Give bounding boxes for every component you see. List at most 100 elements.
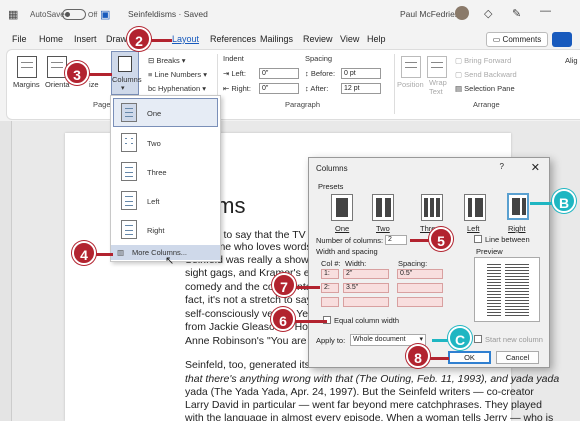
col-width-input[interactable]: 2": [343, 269, 389, 279]
two-columns-icon: [121, 133, 137, 152]
ok-button[interactable]: OK: [448, 351, 491, 364]
more-columns-label[interactable]: More Columns...: [132, 248, 187, 257]
orientation-label[interactable]: Orienta: [45, 80, 70, 89]
step-5-callout: 5: [429, 227, 453, 251]
send-backward-button[interactable]: ▢ Send Backward: [455, 70, 517, 79]
doc-line[interactable]: that there's anything wrong with that (T…: [185, 373, 559, 385]
tab-help[interactable]: Help: [367, 34, 386, 44]
columns-label[interactable]: Columns: [112, 75, 142, 84]
spacing-before-label: ↕ Before:: [305, 69, 336, 78]
hyphenation-button[interactable]: bc Hyphenation ▾: [148, 84, 206, 93]
columns-button[interactable]: [111, 51, 139, 95]
start-new-column-label: Start new column: [485, 335, 543, 344]
breaks-button[interactable]: ⊟ Breaks ▾: [148, 56, 186, 65]
col-number-cell: 1:: [321, 269, 339, 279]
num-columns-label: Number of columns:: [316, 236, 384, 245]
diamond-icon[interactable]: ◇: [484, 7, 492, 20]
col-number-cell: 2:: [321, 283, 339, 293]
preset-one-label[interactable]: One: [335, 224, 349, 233]
preset-left-icon[interactable]: [464, 194, 486, 221]
spacing-before-input[interactable]: 0 pt: [341, 68, 381, 79]
indent-right-input[interactable]: 0": [259, 83, 299, 94]
tab-home[interactable]: Home: [39, 34, 63, 44]
text-label[interactable]: Text: [429, 87, 443, 96]
line-numbers-button[interactable]: ≡ Line Numbers ▾: [148, 70, 207, 79]
doc-line[interactable]: with the language in almost every episod…: [185, 412, 553, 421]
indent-label: Indent: [223, 54, 244, 63]
tab-file[interactable]: File: [12, 34, 27, 44]
columns-option-two[interactable]: Two: [147, 139, 161, 148]
tab-references[interactable]: References: [210, 34, 256, 44]
col-spacing-input[interactable]: 0.5": [397, 269, 443, 279]
autosave-toggle[interactable]: Off: [62, 9, 97, 20]
col-spacing-input[interactable]: [397, 283, 443, 293]
preset-one-icon[interactable]: [331, 194, 353, 221]
col-width-input[interactable]: [343, 297, 389, 307]
selection-pane-button[interactable]: ▤ Selection Pane: [455, 84, 515, 93]
columns-option-one[interactable]: One: [147, 109, 161, 118]
three-columns-icon: [121, 162, 137, 181]
preset-two-icon[interactable]: [372, 194, 394, 221]
orientation-icon[interactable]: [47, 56, 67, 78]
help-icon[interactable]: ?: [500, 162, 504, 171]
equal-width-label: Equal column width: [334, 316, 400, 325]
callout-2-pointer: [148, 39, 172, 42]
position-icon[interactable]: [401, 56, 421, 78]
columns-dialog: Columns ? ✕ Presets One Two Three Left R…: [308, 157, 550, 368]
pen-icon[interactable]: ✎: [512, 7, 521, 20]
tab-layout[interactable]: Layout: [172, 34, 199, 44]
share-button[interactable]: [552, 32, 572, 47]
doc-line[interactable]: yada (The Yada Yada, Apr. 24, 1997). But…: [185, 386, 534, 398]
columns-option-right[interactable]: Right: [147, 226, 165, 235]
tab-insert[interactable]: Insert: [74, 34, 97, 44]
width-header: Width:: [345, 259, 367, 268]
start-new-column-checkbox[interactable]: [474, 335, 482, 343]
bring-forward-button[interactable]: ▢ Bring Forward: [455, 56, 511, 65]
left-column-icon: [121, 191, 137, 210]
apply-to-label: Apply to:: [316, 336, 346, 345]
close-icon[interactable]: ✕: [531, 161, 540, 174]
align-button[interactable]: Alig: [565, 56, 578, 65]
spacing-header: Spacing:: [398, 259, 428, 268]
tab-draw[interactable]: Draw: [106, 34, 127, 44]
cancel-button[interactable]: Cancel: [496, 351, 539, 364]
col-number-cell: [321, 297, 339, 307]
chevron-down-icon[interactable]: ▾: [121, 84, 125, 92]
dialog-title: Columns: [316, 164, 348, 173]
doc-line[interactable]: Larry David in particular — went far bey…: [185, 399, 542, 411]
preset-right-label[interactable]: Right: [508, 224, 526, 233]
step-b-callout: B: [552, 189, 576, 213]
columns-option-left[interactable]: Left: [147, 197, 160, 206]
line-between-checkbox[interactable]: [474, 235, 482, 243]
tab-view[interactable]: View: [340, 34, 359, 44]
indent-left-input[interactable]: 0": [259, 68, 299, 79]
margins-label[interactable]: Margins: [13, 80, 40, 89]
save-icon[interactable]: ▣: [100, 8, 110, 21]
wrap-label[interactable]: Wrap: [429, 78, 447, 87]
col-spacing-input[interactable]: [397, 297, 443, 307]
col-width-input[interactable]: 3.5": [343, 283, 389, 293]
comments-button[interactable]: ▭ Comments: [486, 32, 548, 47]
position-label[interactable]: Position: [397, 80, 424, 89]
spacing-after-input[interactable]: 12 pt: [341, 83, 381, 94]
wrap-text-icon[interactable]: [427, 56, 447, 78]
minimize-icon[interactable]: —: [540, 5, 551, 17]
callout-5-pointer: [410, 239, 430, 242]
preset-three-icon[interactable]: [421, 194, 443, 221]
avatar[interactable]: [455, 6, 469, 20]
tab-mailings[interactable]: Mailings: [260, 34, 293, 44]
preset-right-icon[interactable]: [507, 193, 529, 220]
step-6-callout: 6: [271, 307, 295, 331]
preset-left-label[interactable]: Left: [467, 224, 480, 233]
columns-option-three[interactable]: Three: [147, 168, 167, 177]
size-label[interactable]: ize: [89, 80, 99, 89]
callout-6-pointer: [293, 320, 327, 323]
num-columns-input[interactable]: 2: [385, 235, 407, 245]
document-title: Seinfeldisms · Saved: [128, 9, 208, 19]
preset-two-label[interactable]: Two: [376, 224, 390, 233]
margins-icon[interactable]: [17, 56, 37, 78]
step-c-callout: C: [448, 326, 472, 350]
callout-3-pointer: [86, 73, 112, 76]
ribbon: Margins Orienta ize ⊟ Breaks ▾ ≡ Line Nu…: [6, 49, 580, 120]
tab-review[interactable]: Review: [303, 34, 333, 44]
